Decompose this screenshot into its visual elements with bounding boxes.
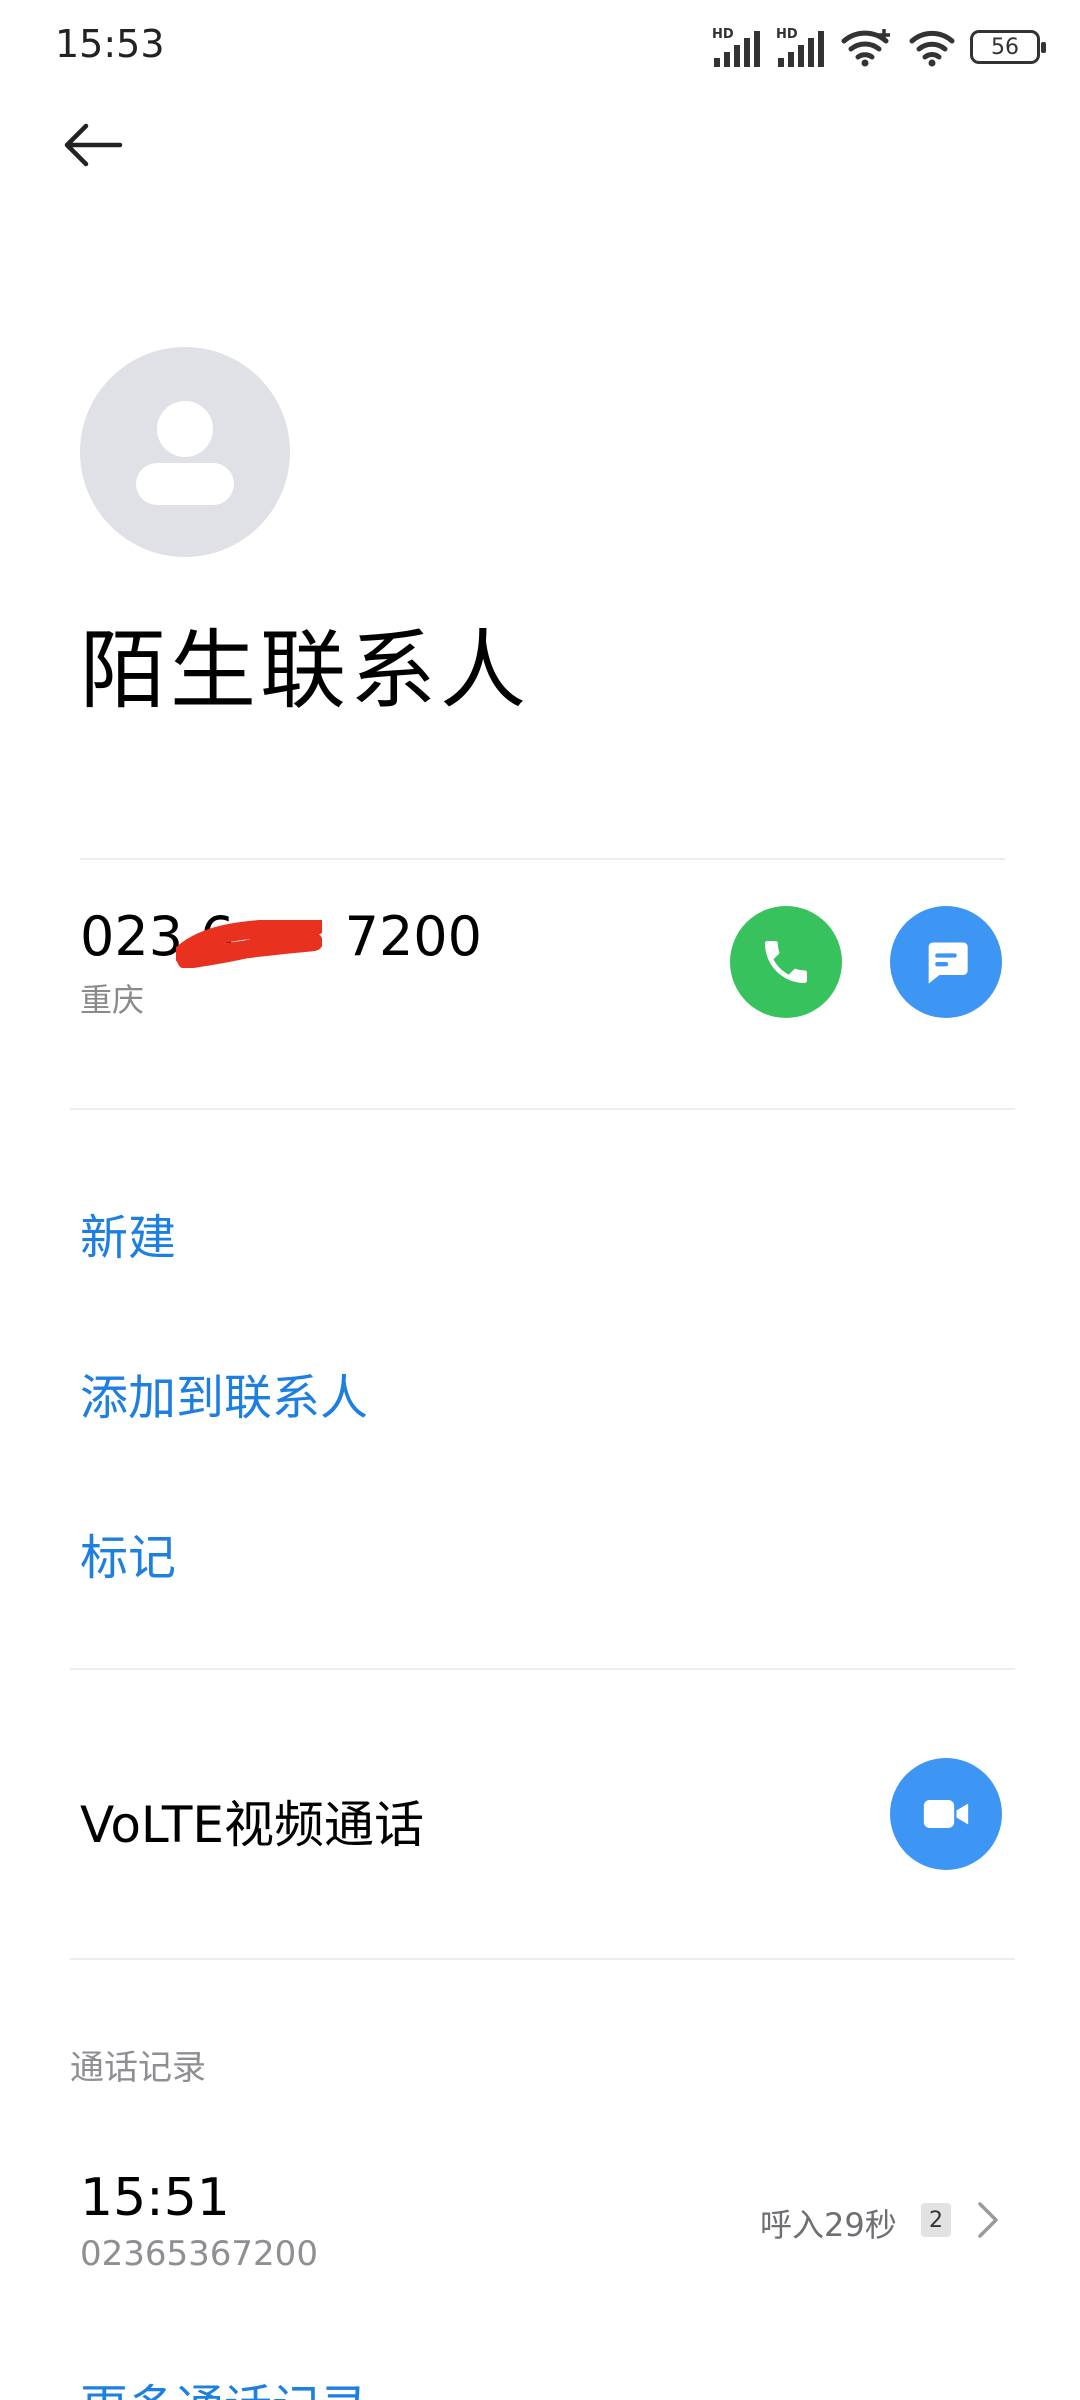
sim-badge: 2: [921, 2203, 951, 2237]
message-button[interactable]: [890, 906, 1002, 1018]
back-arrow-icon: [64, 123, 123, 167]
signal-icon: HD: [712, 27, 760, 67]
message-icon: [928, 942, 968, 984]
call-log-status: 呼入29秒: [760, 2206, 897, 2244]
more-call-logs-link[interactable]: 更多通话记录: [80, 2368, 368, 2400]
video-call-button[interactable]: [890, 1758, 1002, 1870]
avatar: [80, 347, 290, 557]
phone-number-suffix: 7200: [344, 905, 483, 968]
status-icons: HD HD 56: [712, 24, 1046, 70]
chevron-right-icon[interactable]: [972, 2198, 1002, 2242]
contact-name: 陌生联系人: [80, 621, 530, 721]
back-button[interactable]: [62, 115, 132, 175]
battery-icon: 56: [970, 30, 1046, 64]
divider: [70, 1108, 1015, 1110]
new-contact-action[interactable]: 新建: [80, 1198, 176, 1268]
volte-video-call-label[interactable]: VoLTE视频通话: [80, 1785, 424, 1857]
mark-action[interactable]: 标记: [80, 1518, 176, 1588]
call-log-section-title: 通话记录: [70, 2048, 206, 2088]
person-icon-head: [157, 401, 213, 457]
person-icon-body: [136, 463, 234, 505]
divider: [70, 1668, 1015, 1670]
call-log-number: 02365367200: [80, 2234, 318, 2274]
divider: [70, 1958, 1015, 1960]
video-camera-icon: [923, 1800, 969, 1828]
add-to-contacts-action[interactable]: 添加到联系人: [80, 1358, 368, 1428]
wifi-plus-icon: [841, 29, 890, 67]
wifi-icon: [909, 30, 955, 67]
signal-hd-label: HD: [712, 27, 734, 42]
battery-level: 56: [991, 34, 1019, 60]
call-log-time: 15:51: [80, 2168, 230, 2228]
divider: [80, 858, 1005, 860]
phone-icon: [765, 941, 807, 983]
phone-location: 重庆: [80, 981, 145, 1019]
call-button[interactable]: [730, 906, 842, 1018]
signal-icon: HD: [776, 27, 824, 67]
status-time: 15:53: [55, 22, 165, 66]
redaction-scribble: [176, 920, 322, 968]
signal-hd-label: HD: [776, 27, 798, 42]
